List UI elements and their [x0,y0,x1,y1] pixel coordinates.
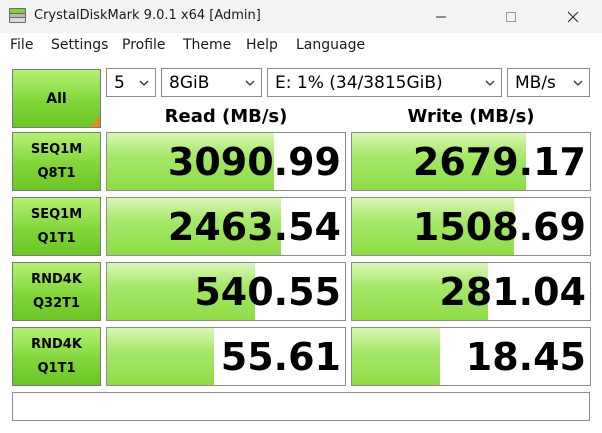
read-result-value: 55.61 [220,335,341,379]
window-title: CrystalDiskMark 9.0.1 x64 [Admin] [34,8,261,23]
menu-theme[interactable]: Theme [183,37,231,53]
test-button-rnd4k-q1t1[interactable]: RND4K Q1T1 [12,327,101,386]
test-button-seq1m-q1t1[interactable]: SEQ1M Q1T1 [12,197,101,256]
minimize-icon [436,16,446,17]
test-button-seq1m-q8t1[interactable]: SEQ1M Q8T1 [12,132,101,191]
chevron-down-icon [573,80,583,86]
write-result-cell: 18.45 [351,327,591,386]
unit-select[interactable]: MB/s [507,68,590,97]
app-icon [9,8,26,23]
write-result-cell: 2679.17 [351,132,591,191]
read-result-cell: 3090.99 [106,132,346,191]
close-icon [567,11,579,22]
menu-file[interactable]: File [10,37,33,53]
drive-select[interactable]: E: 1% (34/3815GiB) [267,68,502,97]
run-all-label: All [46,90,67,107]
title-bar[interactable]: CrystalDiskMark 9.0.1 x64 [Admin] [0,0,602,33]
write-result-value: 281.04 [439,270,586,314]
write-result-cell: 1508.69 [351,197,591,256]
close-button[interactable] [550,0,596,33]
maximize-button[interactable] [488,0,534,33]
drive-value: E: 1% (34/3815GiB) [275,73,443,93]
write-result-value: 2679.17 [412,140,586,184]
write-result-value: 18.45 [465,335,586,379]
read-result-cell: 55.61 [106,327,346,386]
test-button-rnd4k-q32t1[interactable]: RND4K Q32T1 [12,262,101,321]
read-result-value: 540.55 [194,270,341,314]
menu-profile[interactable]: Profile [122,37,166,53]
test-label-line1: RND4K [31,271,82,287]
test-label-line1: SEQ1M [30,141,83,157]
test-label-line2: Q1T1 [37,360,76,376]
read-result-value: 2463.54 [167,205,341,249]
chevron-down-icon [245,80,255,86]
chevron-down-icon [139,80,149,86]
test-size-select[interactable]: 8GiB [161,68,262,97]
test-count-select[interactable]: 5 [106,68,156,97]
test-size-value: 8GiB [169,73,210,93]
write-progress-bar [352,328,441,385]
unit-value: MB/s [515,73,556,93]
maximize-icon [506,11,516,22]
test-count-value: 5 [114,73,125,93]
test-label-line2: Q32T1 [32,295,81,311]
read-result-cell: 540.55 [106,262,346,321]
menu-help[interactable]: Help [246,37,278,53]
chevron-down-icon [485,80,495,86]
test-label-line1: RND4K [31,336,82,352]
test-label-line2: Q1T1 [37,230,76,246]
write-result-cell: 281.04 [351,262,591,321]
read-column-header: Read (MB/s) [164,106,288,127]
menu-bar: File Settings Profile Theme Help Languag… [0,33,602,57]
write-column-header: Write (MB/s) [407,106,535,127]
menu-language[interactable]: Language [296,37,365,53]
minimize-button[interactable] [418,0,464,33]
read-result-cell: 2463.54 [106,197,346,256]
test-label-line2: Q8T1 [37,165,76,181]
read-result-value: 3090.99 [167,140,341,184]
read-progress-bar [107,328,215,385]
corner-marker-icon [90,117,100,127]
run-all-button[interactable]: All [12,69,101,128]
menu-settings[interactable]: Settings [51,37,108,53]
comment-input[interactable] [12,392,590,421]
test-label-line1: SEQ1M [30,206,83,222]
write-result-value: 1508.69 [412,205,586,249]
